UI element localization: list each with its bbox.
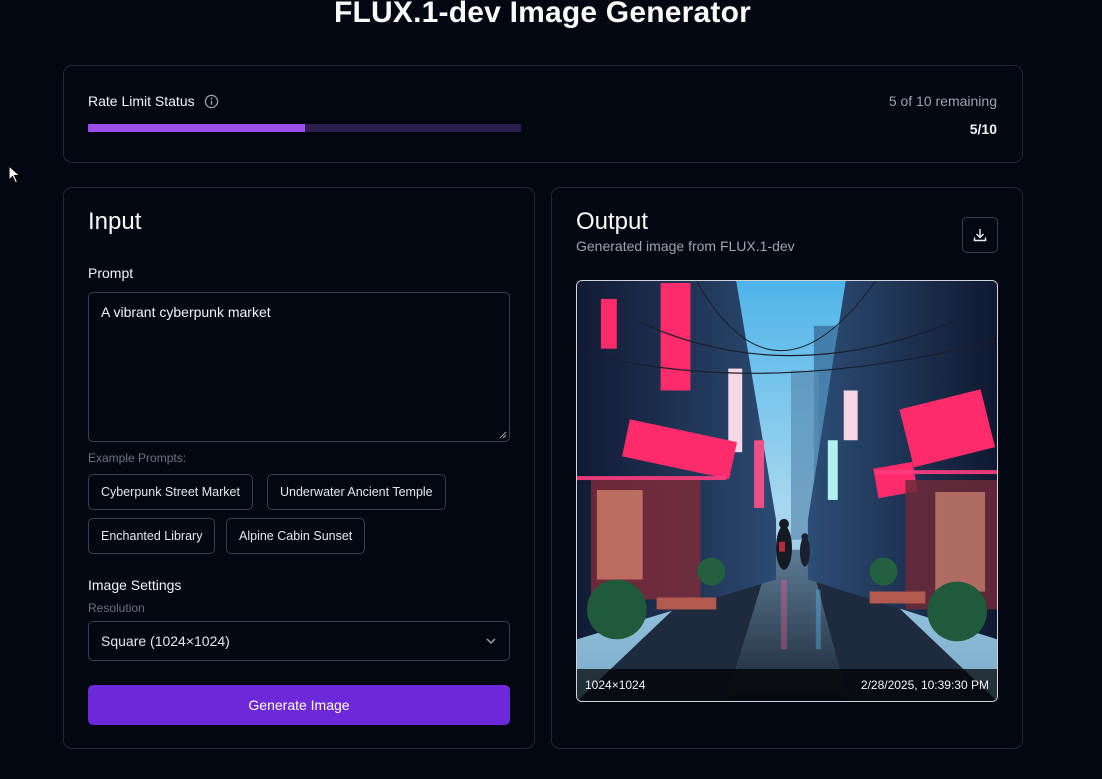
prompt-text: A vibrant cyberpunk market [101, 304, 271, 320]
example-chip-library[interactable]: Enchanted Library [88, 518, 216, 554]
resolution-value: Square (1024×1024) [101, 633, 230, 649]
remaining-text: 5 of 10 remaining [888, 93, 997, 109]
download-icon [973, 229, 987, 242]
rate-limit-progress-fill [88, 124, 305, 132]
image-timestamp: 2/28/2025, 10:39:30 PM [860, 678, 989, 692]
resolution-select[interactable]: Square (1024×1024) [88, 621, 510, 661]
resize-handle-icon[interactable] [499, 431, 507, 439]
example-chip-alpine[interactable]: Alpine Cabin Sunset [226, 518, 366, 554]
resolution-label: Resolution [88, 601, 145, 615]
generated-image-scene [577, 281, 997, 701]
page-title: FLUX.1-dev Image Generator [334, 0, 751, 29]
info-icon[interactable] [204, 94, 219, 109]
image-settings-label: Image Settings [88, 577, 182, 593]
chevron-down-icon [486, 638, 496, 645]
prompt-label: Prompt [88, 265, 134, 281]
rate-limit-count: 5/10 [969, 121, 997, 137]
rate-limit-card: Rate Limit Status 5 of 10 remaining 5/10 [63, 65, 1023, 163]
output-panel: Output Generated image from FLUX.1-dev 1… [551, 187, 1023, 749]
example-chip-underwater[interactable]: Underwater Ancient Temple [267, 474, 446, 510]
example-prompts-label: Example Prompts: [88, 451, 187, 465]
prompt-textarea[interactable]: A vibrant cyberpunk market [88, 292, 510, 442]
rate-limit-label: Rate Limit Status [88, 93, 219, 109]
mouse-cursor-icon [8, 165, 21, 184]
example-chip-cyberpunk[interactable]: Cyberpunk Street Market [88, 474, 253, 510]
input-panel: Input Prompt A vibrant cyberpunk market … [63, 187, 535, 749]
download-button[interactable] [962, 217, 998, 253]
generated-image[interactable]: 1024×1024 2/28/2025, 10:39:30 PM [576, 280, 998, 702]
rate-limit-progress-bar [88, 124, 521, 132]
output-title: Output [576, 208, 649, 235]
image-caption-bar: 1024×1024 2/28/2025, 10:39:30 PM [577, 669, 997, 701]
generate-image-button[interactable]: Generate Image [88, 685, 510, 725]
image-size-label: 1024×1024 [585, 678, 646, 692]
rate-limit-title: Rate Limit Status [88, 93, 195, 109]
input-title: Input [88, 208, 142, 235]
output-subtitle: Generated image from FLUX.1-dev [576, 238, 795, 254]
